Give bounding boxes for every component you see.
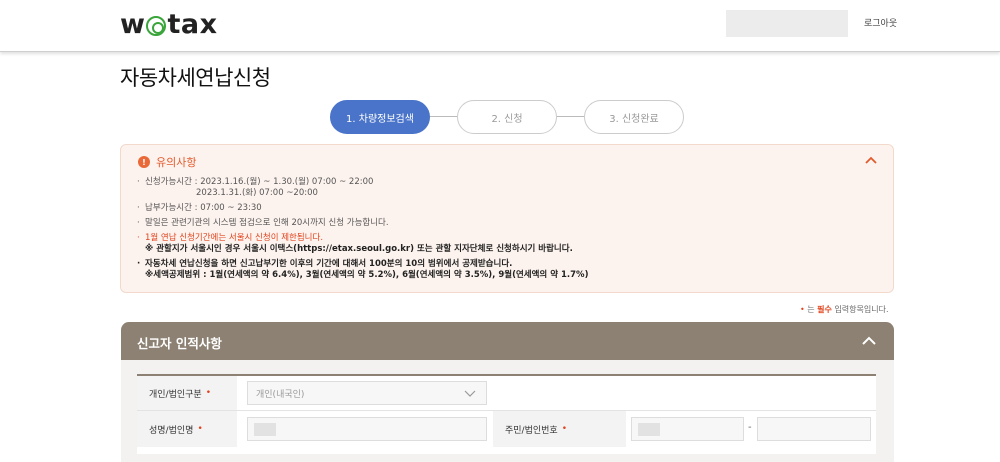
required-fields-note: • 는 필수 입력항목입니다. [800,305,889,314]
notice-item: 2023.1.31.(화) 07:00 ~20:00 [196,188,318,198]
warning-icon: ! [138,156,150,168]
chevron-down-icon [464,390,476,397]
notice-item: · 말일은 관련기관의 시스템 점검으로 인해 20시까지 신청 가능합니다. [137,218,389,228]
notice-item: · 납부가능시간 : 07:00 ~ 23:30 [137,203,262,213]
chevron-up-icon[interactable] [862,334,876,348]
id-number-first-input[interactable] [631,417,744,441]
step-2-apply: 2. 신청 [457,100,557,134]
step-3-complete: 3. 신청완료 [584,100,684,134]
panel-title: 신고자 인적사항 [137,336,222,351]
type-label-cell: 개인/법인구분 • [137,376,237,410]
notice-item-warning: · 1월 연납 신청기간에는 서울시 신청이 제한됩니다. [137,233,324,243]
logo-text-tax: tax [167,8,218,40]
logo-text-w: w [120,8,146,40]
name-label-cell: 성명/법인명 • [137,411,237,447]
id-label-cell: 주민/법인번호 • [493,411,626,447]
logout-link[interactable]: 로그아웃 [864,16,897,29]
notice-title: 유의사항 [156,156,197,169]
chevron-up-icon[interactable] [865,155,877,165]
page-title: 자동차세연납신청 [120,66,271,90]
notice-box: ! 유의사항 · 신청가능시간 : 2023.1.16.(월) ~ 1.30.(월… [120,144,894,293]
notice-item: ※세액공제범위 : 1월(연세액의 약 6.4%), 3월(연세액의 약 5.2… [145,270,589,280]
wetax-logo[interactable]: w tax [120,7,218,41]
type-select[interactable]: 개인(내국인) [247,381,487,405]
notice-item: ※ 관할지가 서울시인 경우 서울시 이택스(https://etax.seou… [145,244,573,254]
id-separator: - [748,422,752,433]
name-input[interactable] [247,417,487,441]
notice-header[interactable]: ! 유의사항 [138,154,196,170]
type-select-value: 개인(내국인) [256,389,305,400]
panel-header[interactable]: 신고자 인적사항 [121,322,894,360]
id-number-second-input[interactable] [757,417,871,441]
top-header: w tax 로그아웃 [0,0,1000,52]
user-info-box [726,10,848,37]
notice-item: · 자동차세 연납신청을 하면 신고납부기한 이후의 기간에 대해서 100분의 … [137,259,513,269]
step-1-vehicle-search: 1. 차량정보검색 [330,100,430,134]
logo-e-icon [146,16,167,36]
notice-item: · 신청가능시간 : 2023.1.16.(월) ~ 1.30.(월) 07:00… [137,177,374,187]
